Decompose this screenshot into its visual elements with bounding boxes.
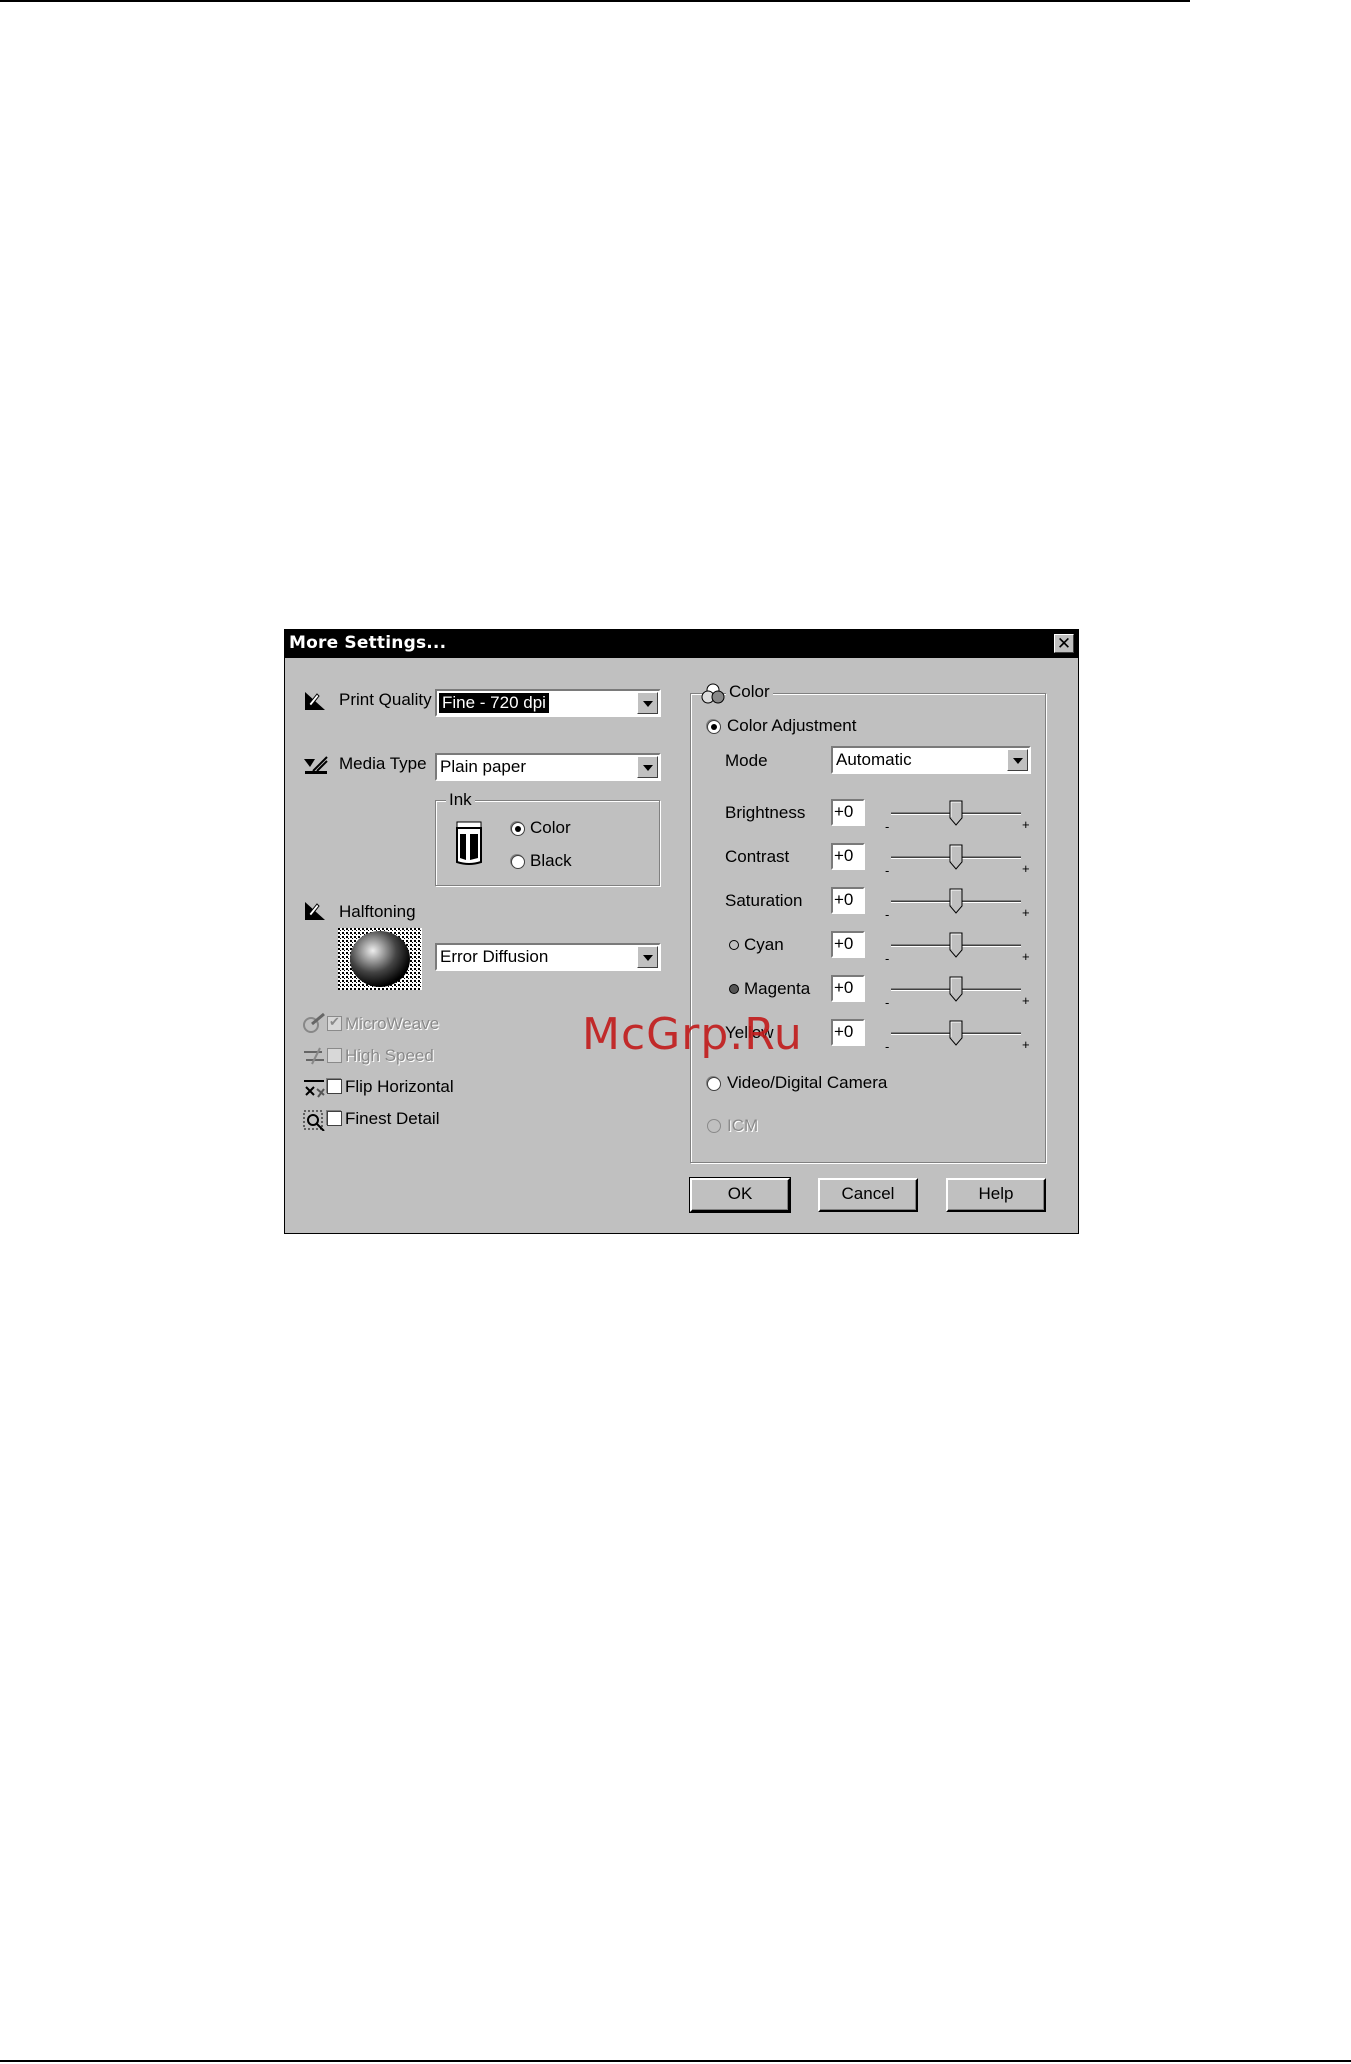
- print-quality-select[interactable]: Fine - 720 dpi: [435, 689, 661, 717]
- chevron-down-icon[interactable]: [637, 756, 658, 778]
- top-rule: [0, 0, 1190, 2]
- help-button[interactable]: Help: [946, 1178, 1046, 1212]
- yellow-max-label: +: [1022, 1037, 1030, 1052]
- print-quality-icon: [305, 692, 325, 710]
- magenta-value-field[interactable]: +0: [831, 975, 865, 1002]
- halftoning-value: Error Diffusion: [440, 947, 549, 966]
- finest-detail-icon: [303, 1110, 325, 1131]
- saturation-max-label: +: [1022, 905, 1030, 920]
- print-quality-label: Print Quality: [339, 690, 432, 709]
- bottom-rule: [0, 2060, 1351, 2062]
- contrast-min-label: -: [885, 863, 890, 878]
- cyan-min-label: -: [885, 951, 890, 966]
- halftoning-select[interactable]: Error Diffusion: [435, 943, 661, 971]
- high-speed-checkbox[interactable]: [327, 1048, 342, 1063]
- magenta-slider-thumb[interactable]: [949, 976, 963, 1002]
- cyan-value-field[interactable]: +0: [831, 931, 865, 958]
- high-speed-icon: [304, 1047, 324, 1065]
- magenta-label: Magenta: [744, 979, 811, 998]
- media-type-icon: [304, 756, 328, 774]
- flip-horizontal-label[interactable]: Flip Horizontal: [345, 1077, 454, 1097]
- high-speed-label: High Speed: [345, 1046, 434, 1065]
- media-type-value: Plain paper: [440, 757, 527, 776]
- cancel-button[interactable]: Cancel: [818, 1178, 918, 1212]
- brightness-slider-thumb[interactable]: [949, 800, 963, 826]
- title-bar: More Settings... ✕: [285, 630, 1078, 658]
- watermark: McGrp.Ru: [582, 1009, 803, 1060]
- ink-group-label: Ink: [446, 790, 475, 810]
- yellow-slider-thumb[interactable]: [949, 1020, 963, 1046]
- contrast-slider-thumb[interactable]: [949, 844, 963, 870]
- ink-black-label[interactable]: Black: [530, 851, 572, 871]
- finest-detail-label[interactable]: Finest Detail: [345, 1109, 439, 1129]
- halftoning-icon: [305, 902, 325, 920]
- color-adjustment-radio[interactable]: [707, 720, 721, 734]
- ink-color-radio[interactable]: [511, 822, 525, 836]
- flip-horizontal-checkbox[interactable]: [327, 1079, 342, 1094]
- chevron-down-icon[interactable]: [1007, 749, 1028, 771]
- saturation-value-field[interactable]: +0: [831, 887, 865, 914]
- close-button[interactable]: ✕: [1054, 634, 1074, 653]
- icm-radio[interactable]: [707, 1119, 721, 1133]
- chevron-down-icon[interactable]: [637, 946, 658, 968]
- media-type-select[interactable]: Plain paper: [435, 753, 661, 781]
- cyan-label: Cyan: [744, 935, 784, 954]
- cyan-max-label: +: [1022, 949, 1030, 964]
- microweave-checkbox[interactable]: [327, 1014, 342, 1031]
- halftone-preview-icon: [338, 928, 422, 990]
- ink-bottle-icon: [456, 821, 482, 865]
- color-adjustment-label[interactable]: Color Adjustment: [727, 716, 856, 736]
- magenta-max-label: +: [1022, 993, 1030, 1008]
- video-camera-radio[interactable]: [707, 1077, 721, 1091]
- color-group-label: Color: [726, 682, 773, 702]
- contrast-value-field[interactable]: +0: [831, 843, 865, 870]
- saturation-slider-thumb[interactable]: [949, 888, 963, 914]
- flip-horizontal-icon: [304, 1080, 325, 1098]
- cyan-slider-thumb[interactable]: [949, 932, 963, 958]
- media-type-label: Media Type: [339, 754, 427, 773]
- yellow-value-field[interactable]: +0: [831, 1019, 865, 1046]
- print-quality-value: Fine - 720 dpi: [439, 693, 549, 713]
- saturation-min-label: -: [885, 907, 890, 922]
- brightness-max-label: +: [1022, 817, 1030, 832]
- magenta-min-label: -: [885, 995, 890, 1010]
- ok-button[interactable]: OK: [689, 1177, 791, 1213]
- icm-label: ICM: [727, 1116, 759, 1135]
- mode-label: Mode: [725, 751, 768, 770]
- video-camera-label[interactable]: Video/Digital Camera: [727, 1073, 887, 1093]
- color-circles-icon: [701, 683, 725, 704]
- brightness-min-label: -: [885, 819, 890, 834]
- ink-color-label[interactable]: Color: [530, 818, 571, 838]
- mode-select[interactable]: Automatic: [831, 746, 1031, 774]
- magenta-swatch-icon: [729, 984, 739, 994]
- dialog-title: More Settings...: [289, 633, 447, 653]
- yellow-min-label: -: [885, 1039, 890, 1054]
- brightness-value-field[interactable]: +0: [831, 799, 865, 826]
- contrast-max-label: +: [1022, 861, 1030, 876]
- saturation-label: Saturation: [725, 891, 803, 910]
- contrast-label: Contrast: [725, 847, 790, 866]
- halftoning-label: Halftoning: [339, 902, 416, 921]
- ink-black-radio[interactable]: [511, 855, 525, 869]
- close-icon: ✕: [1056, 634, 1072, 653]
- brightness-label: Brightness: [725, 803, 806, 822]
- microweave-label: MicroWeave: [345, 1014, 440, 1033]
- microweave-icon: [303, 1012, 325, 1033]
- cyan-swatch-icon: [729, 940, 739, 950]
- mode-value: Automatic: [836, 750, 912, 769]
- chevron-down-icon[interactable]: [637, 692, 658, 714]
- finest-detail-checkbox[interactable]: [327, 1111, 342, 1126]
- more-settings-dialog: More Settings... ✕ Print Quality Fine - …: [284, 629, 1079, 1234]
